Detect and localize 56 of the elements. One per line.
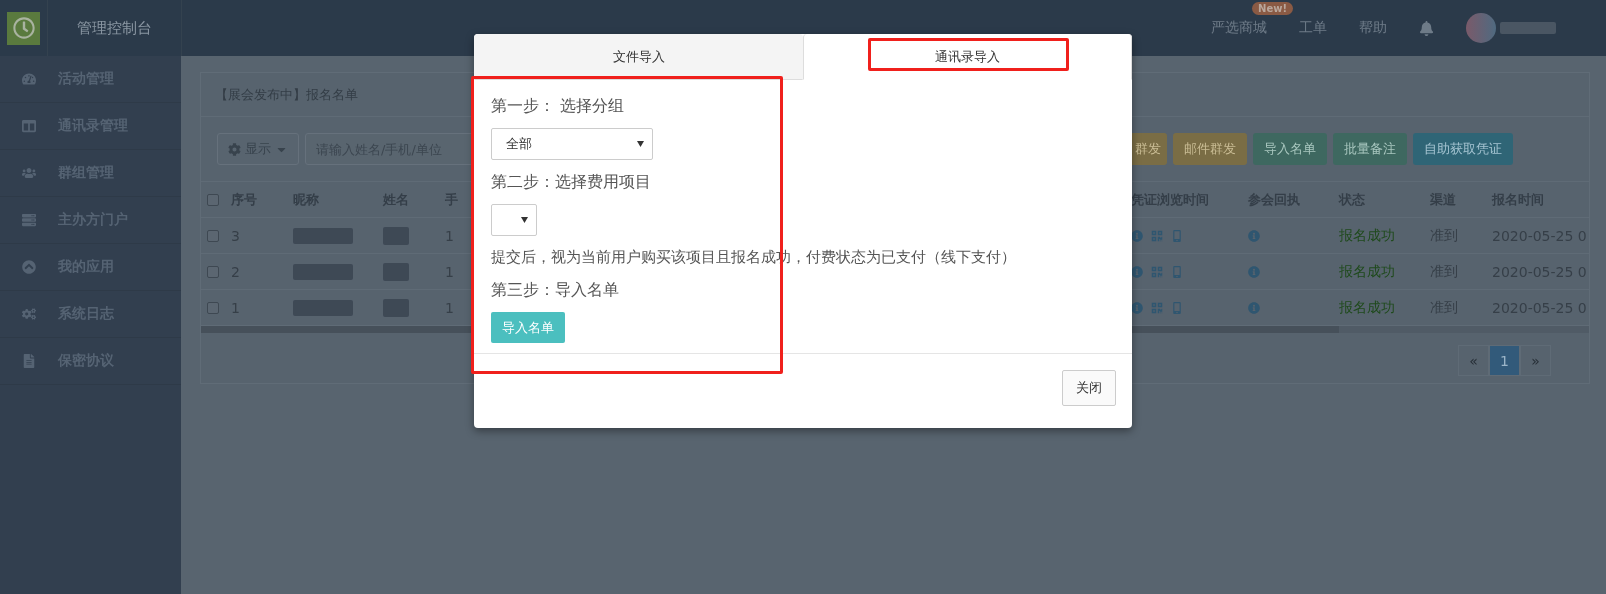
- file-icon: [22, 354, 36, 368]
- gears-icon: [22, 307, 36, 321]
- step-label: 第一步： 选择分组: [491, 95, 626, 117]
- status-text: 报名成功: [1339, 218, 1430, 254]
- redacted-cell: [383, 262, 409, 281]
- mobile-icon: [1171, 301, 1183, 314]
- info-icon: [1131, 301, 1143, 314]
- info-icon: [1248, 265, 1260, 278]
- tab[interactable]: 文件导入: [474, 34, 803, 80]
- nav-link[interactable]: 工单: [1299, 19, 1327, 37]
- new-badge: New!: [1252, 2, 1293, 15]
- select-field[interactable]: 全部: [491, 128, 653, 160]
- qr-code-icon: [1151, 229, 1163, 242]
- gear-icon: [228, 142, 241, 156]
- dashboard-icon: [22, 72, 36, 86]
- close-button[interactable]: 关闭: [1062, 370, 1116, 406]
- action-button[interactable]: 自助获取凭证: [1413, 133, 1513, 165]
- caret-icon: [637, 141, 644, 147]
- redacted-cell: [293, 263, 353, 280]
- checkbox[interactable]: [207, 193, 219, 206]
- server-icon: [22, 213, 36, 227]
- logo-icon: [7, 11, 40, 45]
- redacted-cell: [293, 299, 353, 316]
- step-label: 第二步：选择费用项目: [491, 171, 652, 193]
- avatar[interactable]: [1466, 13, 1496, 43]
- qr-code-icon: [1151, 301, 1163, 314]
- info-icon: [1131, 229, 1143, 242]
- action-button[interactable]: 邮件群发: [1173, 133, 1247, 165]
- prev-page-button[interactable]: «: [1458, 345, 1489, 376]
- caret-icon: [521, 217, 528, 223]
- tab[interactable]: 通讯录导入: [803, 34, 1132, 80]
- status-text: 报名成功: [1339, 254, 1430, 290]
- redacted-cell: [293, 227, 353, 244]
- qr-code-icon: [1151, 265, 1163, 278]
- checkbox[interactable]: [207, 229, 219, 242]
- checkbox[interactable]: [207, 265, 219, 278]
- action-button[interactable]: 批量备注: [1333, 133, 1407, 165]
- info-icon: [1248, 229, 1260, 242]
- mobile-icon: [1171, 229, 1183, 242]
- redacted-cell: [383, 298, 409, 317]
- page-button[interactable]: 1: [1489, 345, 1520, 376]
- nav-link[interactable]: 严选商城: [1211, 19, 1267, 37]
- action-button[interactable]: 导入名单: [1253, 133, 1327, 165]
- redacted-name: [1500, 22, 1556, 34]
- info-icon: [1131, 265, 1143, 278]
- checkbox[interactable]: [207, 301, 219, 314]
- next-page-button[interactable]: »: [1520, 345, 1551, 376]
- nav-link[interactable]: 帮助: [1359, 19, 1387, 37]
- redacted-cell: [383, 226, 409, 245]
- select-field[interactable]: [491, 204, 537, 236]
- users-icon: [22, 166, 36, 180]
- info-icon: [1248, 301, 1260, 314]
- mobile-icon: [1171, 265, 1183, 278]
- columns-icon: [22, 119, 36, 133]
- import-button[interactable]: 导入名单: [491, 312, 565, 343]
- bell-icon[interactable]: [1419, 20, 1434, 36]
